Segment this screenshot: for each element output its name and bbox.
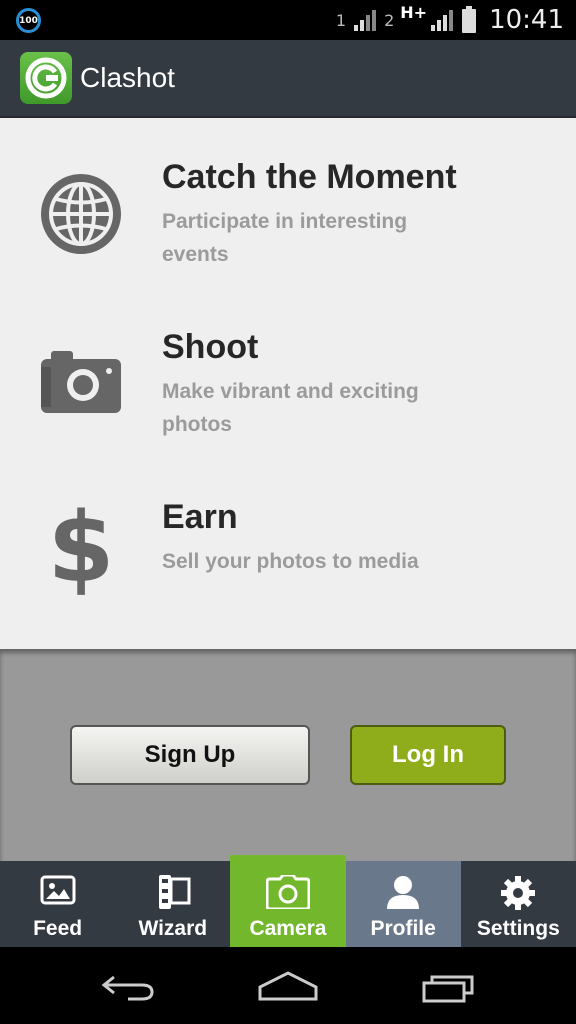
- person-icon: [387, 876, 420, 909]
- tab-wizard[interactable]: Wizard: [115, 861, 230, 947]
- status-bar: 100 1 2 H+ 10:41: [0, 0, 576, 40]
- sim1-label: 1: [335, 10, 347, 30]
- tab-settings[interactable]: Settings: [461, 861, 576, 947]
- home-icon[interactable]: [258, 967, 318, 1007]
- gear-icon: [501, 876, 536, 910]
- feature-title: Earn: [162, 498, 238, 536]
- signal-icon: [354, 10, 377, 31]
- network-type: H+: [400, 2, 428, 22]
- system-nav-bar: [0, 947, 576, 1024]
- back-icon[interactable]: [98, 967, 158, 1007]
- dollar-icon: $: [47, 492, 115, 604]
- feature-shoot: Shoot Make vibrant and exciting photos: [0, 313, 576, 483]
- tab-label: Camera: [249, 917, 327, 940]
- camera-icon: [38, 339, 124, 425]
- film-icon: [158, 875, 191, 909]
- feature-earn: $ Earn Sell your photos to media: [0, 483, 576, 653]
- globe-icon: [38, 171, 124, 257]
- camera-icon: [265, 875, 310, 909]
- feature-title: Shoot: [162, 328, 259, 366]
- clashot-logo-icon[interactable]: [20, 52, 72, 104]
- feature-catch-moment: Catch the Moment Participate in interest…: [0, 143, 576, 313]
- auth-panel: Sign Up Log In: [0, 649, 576, 861]
- image-icon: [40, 875, 76, 905]
- signup-button[interactable]: Sign Up: [70, 725, 310, 785]
- tab-label: Wizard: [138, 917, 208, 940]
- recent-apps-icon[interactable]: [418, 967, 478, 1007]
- onboarding-features: Catch the Moment Participate in interest…: [0, 118, 576, 649]
- tab-label: Profile: [370, 917, 436, 940]
- feature-description: Participate in interesting events: [162, 210, 408, 266]
- sim2-label: 2: [384, 10, 395, 30]
- tab-profile[interactable]: Profile: [345, 861, 461, 947]
- battery-level-icon: 100: [16, 8, 41, 33]
- app-title: Clashot: [80, 62, 175, 93]
- login-button[interactable]: Log In: [350, 725, 506, 785]
- screen: 100 1 2 H+ 10:41 Clashot Catch the Momen…: [0, 0, 576, 1024]
- tab-feed[interactable]: Feed: [0, 861, 115, 947]
- tab-label: Feed: [33, 917, 83, 940]
- feature-description: Make vibrant and exciting photos: [162, 380, 419, 436]
- battery-icon: [462, 6, 477, 33]
- clock: 10:41: [489, 5, 564, 35]
- feature-title: Catch the Moment: [162, 158, 457, 196]
- signal-icon: [431, 10, 454, 31]
- tab-camera[interactable]: Camera: [230, 855, 346, 947]
- app-bar: Clashot: [0, 40, 576, 118]
- tab-label: Settings: [476, 917, 560, 940]
- feature-description: Sell your photos to media: [162, 550, 419, 573]
- status-icons: 1 2 H+ 10:41: [336, 0, 564, 40]
- bottom-tab-bar: Feed Wizard Camera Profile Settings: [0, 855, 576, 947]
